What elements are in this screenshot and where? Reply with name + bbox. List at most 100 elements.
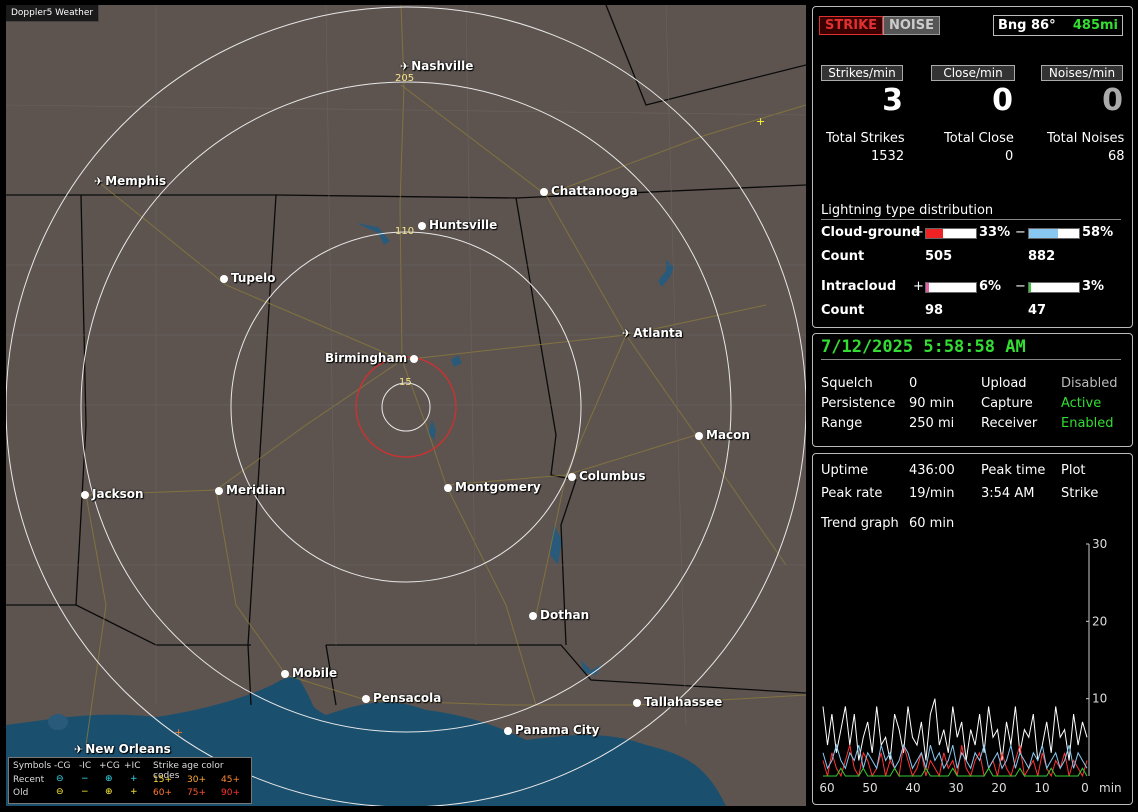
- city-dot-icon: [444, 483, 452, 492]
- legend-recent-label: Recent: [13, 775, 45, 785]
- trend-x-tick-label: 30: [948, 781, 963, 795]
- city-pensacola: Pensacola: [362, 691, 441, 705]
- ic-minus-count: 47: [1028, 303, 1047, 318]
- strikes-per-min-value: 3: [882, 83, 903, 118]
- city-chattanooga: Chattanooga: [540, 184, 638, 198]
- persistence-label: Persistence: [821, 396, 896, 411]
- trend-x-tick-label: 60: [819, 781, 834, 795]
- city-huntsville: Huntsville: [418, 218, 497, 232]
- city-dot-icon: [504, 726, 512, 735]
- recent-ic-minus-icon: −: [81, 774, 89, 784]
- plot-value[interactable]: Strike: [1061, 486, 1098, 501]
- uptime-label: Uptime: [821, 463, 869, 478]
- capture-label: Capture: [981, 396, 1033, 411]
- trend-graph: 30 20 10 60 50 40 30 20 10 0 min: [819, 537, 1122, 795]
- rates-panel: STRIKE NOISE Bng 86° 485mi Strikes/min C…: [812, 6, 1133, 328]
- noise-button[interactable]: NOISE: [883, 16, 941, 35]
- airport-icon: ✈: [622, 327, 632, 340]
- recent-cg-plus-icon: ⊕: [105, 774, 113, 784]
- trend-x-tick-label: 0: [1081, 781, 1089, 795]
- receiver-label: Receiver: [981, 416, 1038, 431]
- range-value: 250 mi: [909, 416, 955, 431]
- cg-plus-pct: 33%: [979, 225, 1011, 240]
- trend-y-tick-label: 30: [1092, 537, 1107, 551]
- capture-value: Active: [1061, 396, 1102, 411]
- upload-label: Upload: [981, 376, 1027, 391]
- legend-cg-plus: +CG: [99, 761, 120, 771]
- total-strikes-label: Total Strikes: [826, 131, 905, 146]
- cg-minus-count: 882: [1028, 249, 1056, 264]
- trend-x-unit: min: [1099, 781, 1122, 795]
- squelch-label: Squelch: [821, 376, 873, 391]
- squelch-value: 0: [909, 376, 918, 391]
- city-dot-icon: [362, 694, 370, 703]
- city-dot-icon: [215, 486, 223, 495]
- total-noises-value: 68: [1108, 149, 1125, 164]
- strikes-per-min-label: Strikes/min: [821, 65, 903, 81]
- city-tupelo: Tupelo: [220, 271, 276, 285]
- old-cg-minus-icon: ⊖: [56, 787, 64, 797]
- strike-button[interactable]: STRIKE: [819, 16, 884, 35]
- plot-label: Plot: [1061, 463, 1086, 478]
- city-dot-icon: [220, 274, 228, 283]
- trend-x-tick-label: 50: [862, 781, 877, 795]
- trend-value: 60 min: [909, 516, 955, 531]
- peak-time-label: Peak time: [981, 463, 1046, 478]
- trend-x-tick-label: 10: [1034, 781, 1049, 795]
- city-dot-icon: [568, 472, 576, 481]
- cg-plus-count: 505: [925, 249, 953, 264]
- cg-count-label: Count: [821, 249, 865, 264]
- city-birmingham: Birmingham: [325, 351, 421, 365]
- cg-plus-sign: +: [913, 225, 924, 240]
- city-dot-icon: [281, 669, 289, 678]
- persistence-value: 90 min: [909, 396, 955, 411]
- map-canvas: + +: [6, 5, 806, 806]
- distance-value: 485mi: [1072, 18, 1118, 33]
- city-new-orleans: ✈ New Orleans: [74, 742, 171, 756]
- city-dot-icon: [81, 490, 89, 499]
- status-panel: 7/12/2025 5:58:58 AM Squelch 0 Upload Di…: [812, 333, 1133, 447]
- city-memphis: ✈ Memphis: [94, 174, 167, 188]
- receiver-value: Enabled: [1061, 416, 1114, 431]
- app-title: Doppler5 Weather: [6, 5, 100, 22]
- cloud-ground-label: Cloud-ground: [821, 225, 921, 240]
- ic-plus-pct: 6%: [979, 279, 1002, 294]
- age-90: 90+: [221, 788, 240, 798]
- total-noises-label: Total Noises: [1047, 131, 1125, 146]
- range-label: Range: [821, 416, 863, 431]
- ic-plus-bar: [925, 282, 977, 293]
- trend-y-tick-label: 20: [1092, 614, 1107, 628]
- legend-old-label: Old: [13, 788, 29, 798]
- uptime-value: 436:00: [909, 463, 955, 478]
- city-atlanta: ✈ Atlanta: [622, 326, 683, 340]
- city-meridian: Meridian: [215, 483, 285, 497]
- airport-icon: ✈: [74, 743, 84, 756]
- old-ic-plus-icon: +: [130, 787, 138, 797]
- peak-rate-value: 19/min: [909, 486, 955, 501]
- city-nashville: ✈ Nashville: [400, 59, 474, 73]
- legend-ic-minus: -IC: [79, 761, 92, 771]
- cg-plus-bar: [925, 228, 977, 239]
- trend-series-0: [822, 698, 1088, 761]
- cg-minus-bar: [1028, 228, 1080, 239]
- ic-minus-bar: [1028, 282, 1080, 293]
- legend-cg-minus: -CG: [54, 761, 71, 771]
- city-montgomery: Montgomery: [444, 480, 541, 494]
- airport-icon: ✈: [400, 60, 410, 73]
- age-15: 15+: [153, 775, 172, 785]
- close-per-min-value: 0: [992, 83, 1013, 118]
- city-macon: Macon: [695, 428, 750, 442]
- bearing-box: Bng 86° 485mi: [993, 15, 1123, 36]
- city-panama-city: Panama City: [504, 723, 599, 737]
- city-mobile: Mobile: [281, 666, 337, 680]
- age-45: 45+: [221, 775, 240, 785]
- lightning-map[interactable]: + + 205 110 15 ✈ Nashville ✈ Memphis Chatt…: [6, 5, 806, 806]
- city-columbus: Columbus: [568, 469, 646, 483]
- ic-plus-sign: +: [913, 279, 924, 294]
- city-dot-icon: [418, 221, 426, 230]
- ic-count-label: Count: [821, 303, 865, 318]
- cg-minus-sign: −: [1015, 225, 1026, 240]
- ring-label-outer: 205: [395, 73, 415, 84]
- ic-minus-pct: 3%: [1082, 279, 1105, 294]
- svg-text:+: +: [174, 726, 183, 739]
